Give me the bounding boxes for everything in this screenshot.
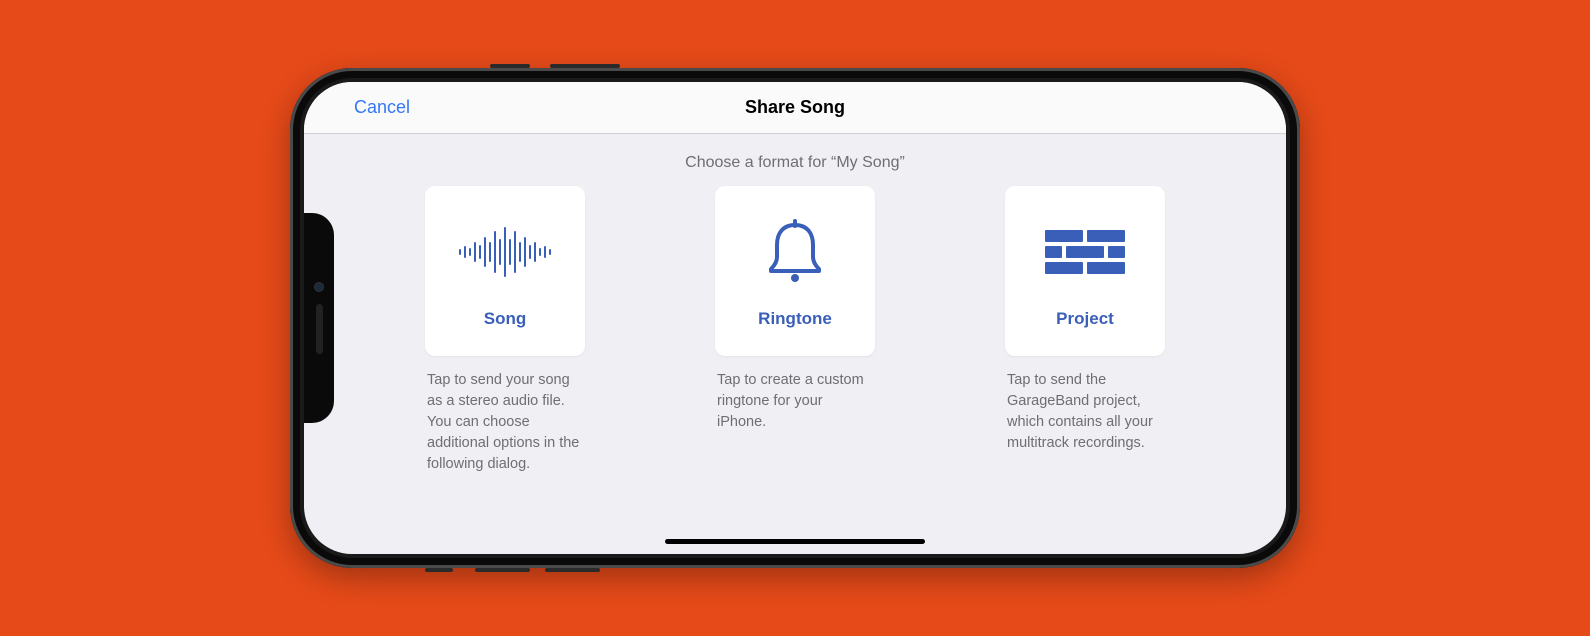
- volume-up-button: [475, 568, 530, 572]
- option-project: Project Tap to send the GarageBand proje…: [1005, 186, 1165, 475]
- phone-screen: Cancel Share Song Choose a format for “M…: [304, 82, 1286, 554]
- ringtone-label: Ringtone: [758, 309, 832, 329]
- volume-down-button: [545, 568, 600, 572]
- home-indicator[interactable]: [665, 539, 925, 544]
- power-button: [490, 64, 530, 68]
- cancel-button[interactable]: Cancel: [354, 97, 410, 118]
- bell-icon: [767, 213, 823, 291]
- side-button: [550, 64, 620, 68]
- page-title: Share Song: [745, 97, 845, 118]
- mute-switch: [425, 568, 453, 572]
- subtitle-text: Choose a format for “My Song”: [304, 134, 1286, 186]
- format-options: Song Tap to send your song as a stereo a…: [304, 186, 1286, 475]
- bricks-icon: [1045, 213, 1125, 291]
- project-description: Tap to send the GarageBand project, whic…: [1005, 370, 1165, 454]
- song-description: Tap to send your song as a stereo audio …: [425, 370, 585, 475]
- ringtone-card[interactable]: Ringtone: [715, 186, 875, 356]
- option-song: Song Tap to send your song as a stereo a…: [425, 186, 585, 475]
- phone-frame: Cancel Share Song Choose a format for “M…: [290, 68, 1300, 568]
- song-label: Song: [484, 309, 527, 329]
- song-card[interactable]: Song: [425, 186, 585, 356]
- front-camera: [314, 282, 324, 292]
- waveform-icon: [458, 213, 553, 291]
- project-card[interactable]: Project: [1005, 186, 1165, 356]
- project-label: Project: [1056, 309, 1114, 329]
- speaker-grille: [316, 304, 323, 354]
- phone-notch: [304, 213, 334, 423]
- nav-bar: Cancel Share Song: [304, 82, 1286, 134]
- ringtone-description: Tap to create a custom ringtone for your…: [715, 370, 875, 433]
- option-ringtone: Ringtone Tap to create a custom ringtone…: [715, 186, 875, 475]
